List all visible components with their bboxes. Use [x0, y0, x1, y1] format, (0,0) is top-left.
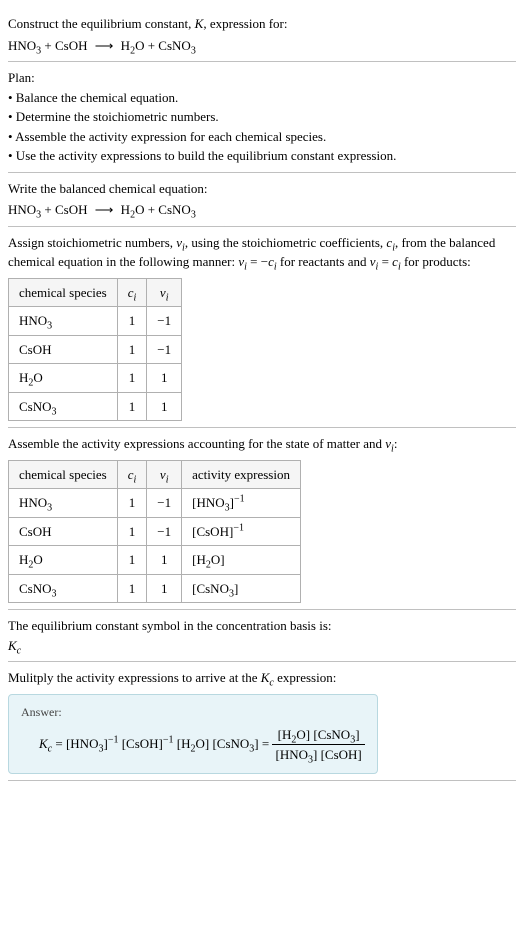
- species-csno3: CsNO3: [158, 38, 196, 53]
- stoich-section: Assign stoichiometric numbers, νi, using…: [8, 227, 516, 429]
- species-csoh: CsOH: [55, 38, 88, 53]
- multiply-text: Mulitply the activity expressions to arr…: [8, 668, 516, 688]
- table-row: HNO31−1: [9, 307, 182, 336]
- reaction-arrow-icon: ⟶: [95, 200, 114, 220]
- reaction-arrow-icon: ⟶: [95, 36, 114, 56]
- activity-table: chemical species ci νi activity expressi…: [8, 460, 301, 604]
- question-text: Construct the equilibrium constant, K, e…: [8, 14, 516, 34]
- question-section: Construct the equilibrium constant, K, e…: [8, 8, 516, 62]
- table-row: CsNO311[CsNO3]: [9, 574, 301, 603]
- question-prompt-1: Construct the equilibrium constant,: [8, 16, 195, 31]
- plan-section: Plan: • Balance the chemical equation. •…: [8, 62, 516, 173]
- balanced-title: Write the balanced chemical equation:: [8, 179, 516, 199]
- plan-bullet-4: • Use the activity expressions to build …: [8, 146, 516, 166]
- table-row: CsOH1−1: [9, 335, 182, 364]
- table-row: CsOH1−1[CsOH]−1: [9, 517, 301, 546]
- plan-title: Plan:: [8, 68, 516, 88]
- question-equation: HNO3 + CsOH ⟶ H2O + CsNO3: [8, 36, 516, 56]
- kc-expression: Kc = [HNO3]−1 [CsOH]−1 [H2O] [CsNO3] = […: [39, 725, 365, 765]
- plan-bullet-2: • Determine the stoichiometric numbers.: [8, 107, 516, 127]
- col-c: ci: [117, 460, 147, 489]
- activity-section: Assemble the activity expressions accoun…: [8, 428, 516, 610]
- table-row: H2O11: [9, 364, 182, 393]
- question-prompt-2: , expression for:: [203, 16, 287, 31]
- col-nu: νi: [147, 460, 182, 489]
- col-nu: νi: [147, 278, 182, 307]
- fraction: [H2O] [CsNO3][HNO3] [CsOH]: [272, 725, 364, 765]
- answer-label: Answer:: [21, 703, 365, 721]
- stoich-table: chemical species ci νi HNO31−1 CsOH1−1 H…: [8, 278, 182, 422]
- col-c: ci: [117, 278, 147, 307]
- fraction-numerator: [H2O] [CsNO3]: [272, 725, 364, 746]
- balanced-equation: HNO3 + CsOH ⟶ H2O + CsNO3: [8, 200, 516, 220]
- table-header-row: chemical species ci νi activity expressi…: [9, 460, 301, 489]
- kc-symbol: Kc: [8, 636, 516, 656]
- table-row: H2O11[H2O]: [9, 546, 301, 575]
- table-row: HNO31−1[HNO3]−1: [9, 489, 301, 518]
- activity-text: Assemble the activity expressions accoun…: [8, 434, 516, 454]
- stoich-text: Assign stoichiometric numbers, νi, using…: [8, 233, 516, 272]
- col-species: chemical species: [9, 278, 118, 307]
- species-h2o: H2O: [121, 38, 145, 53]
- balanced-section: Write the balanced chemical equation: HN…: [8, 173, 516, 227]
- answer-box: Answer: Kc = [HNO3]−1 [CsOH]−1 [H2O] [Cs…: [8, 694, 378, 774]
- multiply-section: Mulitply the activity expressions to arr…: [8, 662, 516, 781]
- col-activity: activity expression: [182, 460, 301, 489]
- table-row: CsNO311: [9, 392, 182, 421]
- table-header-row: chemical species ci νi: [9, 278, 182, 307]
- plan-bullet-1: • Balance the chemical equation.: [8, 88, 516, 108]
- kc-symbol-section: The equilibrium constant symbol in the c…: [8, 610, 516, 662]
- col-species: chemical species: [9, 460, 118, 489]
- species-hno3: HNO3: [8, 38, 41, 53]
- kc-symbol-text: The equilibrium constant symbol in the c…: [8, 616, 516, 636]
- plan-bullet-3: • Assemble the activity expression for e…: [8, 127, 516, 147]
- fraction-denominator: [HNO3] [CsOH]: [272, 745, 364, 765]
